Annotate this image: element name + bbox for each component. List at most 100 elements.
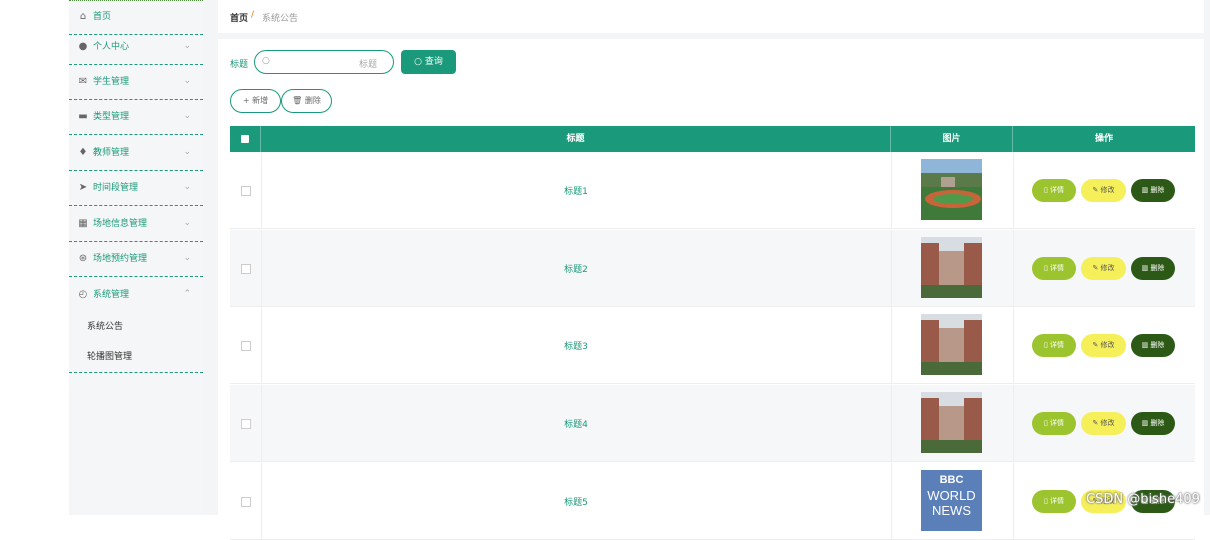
header-image: 图片 [891, 126, 1013, 152]
delete-label: 删除 [1150, 341, 1165, 349]
delete-button[interactable]: ▥ 删除 [1131, 179, 1175, 202]
row-checkbox[interactable] [241, 341, 251, 351]
sidebar-item-system[interactable]: ◴ 系统管理 ⌃ [69, 278, 203, 313]
edit-label: 修改 [1100, 264, 1115, 272]
chevron-down-icon: ⌄ [183, 111, 191, 121]
sidebar-item-label: 个人中心 [93, 42, 130, 52]
sidebar: ⌂ 首页 ● 个人中心 ⌄ ✉ 学生管理 ⌄ ▬ 类型管理 ⌄ ♦ 教师管理 ⌄… [69, 0, 203, 515]
school-building-photo [921, 392, 982, 453]
sidebar-item-label: 教师管理 [93, 148, 130, 158]
row-title: 标题1 [564, 187, 588, 197]
table-header: 标题 图片 操作 [230, 126, 1195, 152]
search-icon: ○ [414, 57, 422, 67]
chevron-down-icon: ⌄ [183, 182, 191, 192]
edit-button[interactable]: ✎ 修改 [1081, 334, 1126, 357]
briefcase-icon: ▬ [78, 111, 88, 122]
breadcrumb-current: 系统公告 [262, 14, 299, 24]
sidebar-item-teachers[interactable]: ♦ 教师管理 ⌄ [69, 136, 203, 171]
edit-button[interactable]: ✎ 修改 [1081, 179, 1126, 202]
row-image [921, 237, 982, 298]
sports-field-photo [921, 159, 982, 220]
sidebar-item-venue-info[interactable]: ▦ 场地信息管理 ⌄ [69, 207, 203, 242]
sidebar-item-label: 类型管理 [93, 112, 130, 122]
news-text: NEWS [932, 503, 971, 518]
detail-button[interactable]: ▯ 详情 [1032, 179, 1076, 202]
mail-icon: ✉ [78, 76, 88, 87]
school-building-photo [921, 237, 982, 298]
home-icon: ⌂ [79, 11, 87, 22]
sidebar-subitem-carousel[interactable]: 轮播图管理 [87, 351, 132, 363]
detail-button[interactable]: ▯ 详情 [1032, 257, 1076, 280]
world-text: WORLD [927, 488, 976, 503]
header-select-all[interactable] [230, 126, 261, 152]
header-actions: 操作 [1094, 134, 1113, 144]
detail-label: 详情 [1050, 264, 1065, 272]
column-divider [891, 385, 892, 462]
sidebar-item-label: 系统管理 [93, 290, 130, 300]
content-panel: 标题 ○ 标题 ○ 查询 + 新增 🗑 删除 标题 图片 操作 标题1 ▯ 详情… [218, 39, 1204, 540]
detail-label: 详情 [1050, 341, 1065, 349]
table-row: 标题3 ▯ 详情 ✎ 修改 ▥ 删除 [230, 307, 1195, 384]
table-row: 标题5 BBC WORLD NEWS ▯ 详情 ✎ 修改 ▥ 删除 [230, 463, 1195, 540]
search-icon: ○ [262, 56, 270, 66]
school-building-photo [921, 314, 982, 375]
batch-delete-button[interactable]: 🗑 删除 [281, 89, 332, 113]
search-input[interactable]: ○ 标题 [254, 50, 394, 74]
watermark: CSDN @bishe409 [1086, 492, 1200, 507]
column-divider [1013, 152, 1014, 229]
table-row: 标题2 ▯ 详情 ✎ 修改 ▥ 删除 [230, 230, 1195, 307]
select-all-checkbox[interactable] [241, 135, 249, 143]
row-checkbox[interactable] [241, 497, 251, 507]
row-image [921, 159, 982, 220]
delete-button[interactable]: ▥ 删除 [1131, 334, 1175, 357]
sidebar-item-label: 场地信息管理 [93, 219, 148, 229]
chevron-down-icon: ⌄ [183, 76, 191, 86]
sidebar-item-label: 首页 [93, 12, 112, 22]
detail-label: 详情 [1050, 186, 1065, 194]
row-title: 标题5 [564, 498, 588, 508]
header-title: 标题 [261, 126, 891, 152]
table-row: 标题1 ▯ 详情 ✎ 修改 ▥ 删除 [230, 152, 1195, 229]
delete-button[interactable]: ▥ 删除 [1131, 412, 1175, 435]
chevron-down-icon: ⌄ [183, 218, 191, 228]
search-label: 标题 [230, 60, 249, 70]
sidebar-item-students[interactable]: ✉ 学生管理 ⌄ [69, 65, 203, 100]
add-button-label: + 新增 [242, 96, 269, 105]
trash-icon: 🗑 [292, 96, 303, 105]
send-icon: ➤ [78, 182, 88, 193]
delete-button[interactable]: ▥ 删除 [1131, 257, 1175, 280]
row-image [921, 392, 982, 453]
edit-label: 修改 [1100, 341, 1115, 349]
row-image: BBC WORLD NEWS [921, 470, 982, 531]
sidebar-item-types[interactable]: ▬ 类型管理 ⌄ [69, 100, 203, 135]
edit-button[interactable]: ✎ 修改 [1081, 412, 1126, 435]
sidebar-item-label: 学生管理 [93, 77, 130, 87]
detail-button[interactable]: ▯ 详情 [1032, 490, 1076, 513]
row-checkbox[interactable] [241, 186, 251, 196]
breadcrumb-home[interactable]: 首页 [230, 11, 248, 24]
pencil-icon: ✎ [1092, 419, 1101, 427]
edit-label: 修改 [1100, 419, 1115, 427]
basketball-icon: ⊛ [78, 253, 88, 264]
chevron-down-icon: ⌄ [183, 147, 191, 157]
sidebar-subitem-announcements[interactable]: 系统公告 [87, 321, 123, 333]
detail-button[interactable]: ▯ 详情 [1032, 412, 1076, 435]
sidebar-item-personal-center[interactable]: ● 个人中心 ⌄ [69, 30, 203, 65]
dashboard-icon: ◴ [78, 289, 88, 300]
breadcrumb: 首页 / 系统公告 [218, 0, 1204, 33]
bbc-logo-text: BBC [939, 474, 964, 486]
delete-label: 删除 [1150, 186, 1165, 194]
edit-button[interactable]: ✎ 修改 [1081, 257, 1126, 280]
sidebar-item-time-slots[interactable]: ➤ 时间段管理 ⌄ [69, 171, 203, 206]
search-button[interactable]: ○ 查询 [401, 50, 456, 74]
row-checkbox[interactable] [241, 419, 251, 429]
detail-button[interactable]: ▯ 详情 [1032, 334, 1076, 357]
breadcrumb-separator: / [251, 10, 255, 20]
sidebar-divider [69, 372, 203, 373]
row-checkbox[interactable] [241, 264, 251, 274]
add-button[interactable]: + 新增 [230, 89, 281, 113]
sidebar-item-venue-booking[interactable]: ⊛ 场地预约管理 ⌄ [69, 242, 203, 277]
column-divider [1013, 463, 1014, 540]
column-divider [891, 152, 892, 229]
chevron-down-icon: ⌄ [183, 253, 191, 263]
